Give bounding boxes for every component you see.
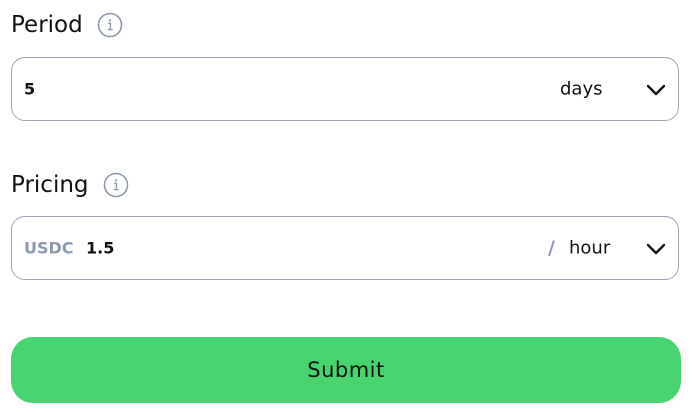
period-field[interactable]: 5 days <box>11 57 679 121</box>
currency-label: USDC <box>24 238 74 258</box>
pricing-field[interactable]: USDC 1.5 / hour <box>11 216 679 280</box>
period-unit-select[interactable]: days <box>560 79 603 100</box>
pricing-label: Pricing <box>11 172 89 198</box>
period-value-input[interactable]: 5 <box>24 80 35 99</box>
period-label: Period <box>11 12 83 38</box>
chevron-down-icon[interactable] <box>646 83 666 96</box>
chevron-down-icon[interactable] <box>646 242 666 255</box>
period-label-row: Period <box>11 12 123 38</box>
info-icon[interactable] <box>97 12 123 38</box>
submit-button[interactable]: Submit <box>11 337 681 403</box>
pricing-value-input[interactable]: 1.5 <box>86 239 114 258</box>
pricing-unit-select[interactable]: hour <box>569 238 610 259</box>
info-icon[interactable] <box>103 172 129 198</box>
pricing-label-row: Pricing <box>11 172 129 198</box>
pricing-separator: / <box>548 237 555 259</box>
